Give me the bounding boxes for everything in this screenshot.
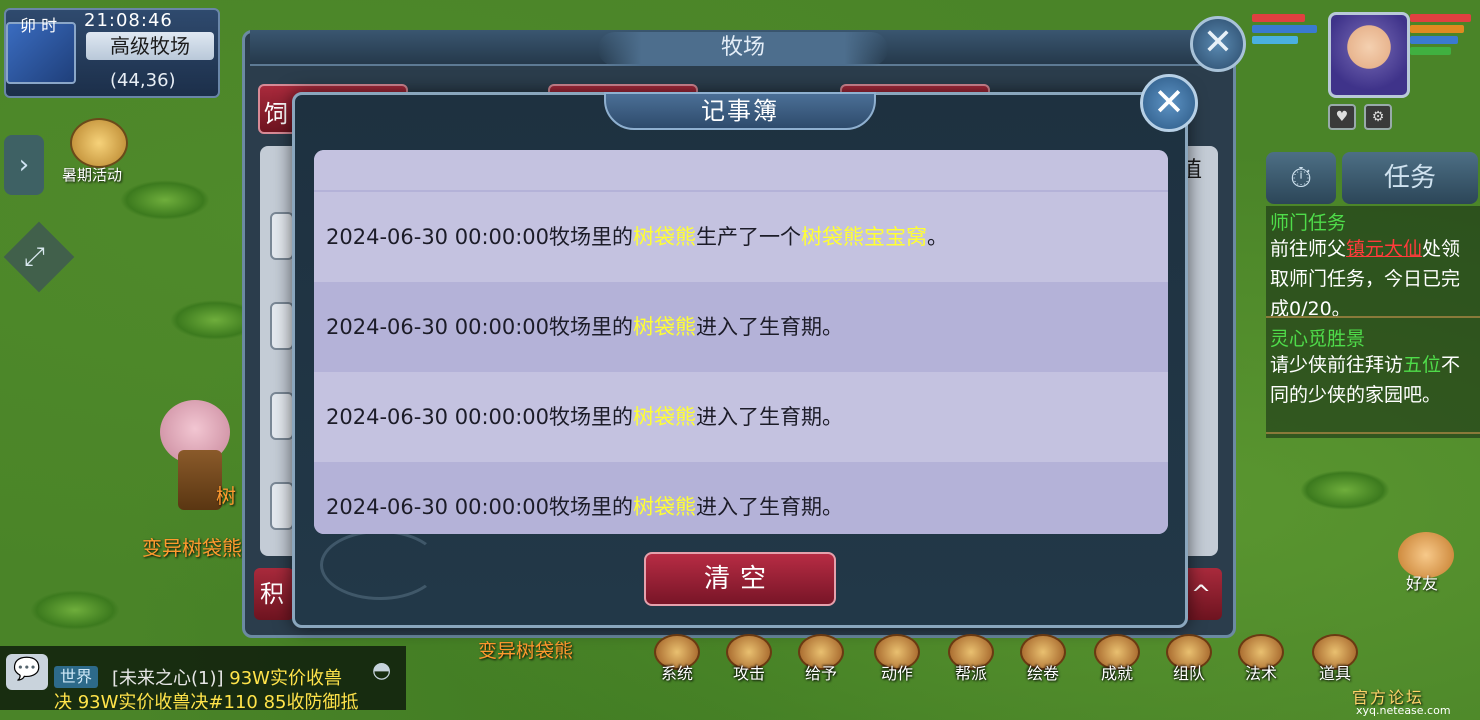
quest-description[interactable]: 前往师父镇元大仙处领取师门任务，今日已完成0/20。 <box>1270 234 1476 324</box>
chat-sender[interactable]: [未来之心(1)] <box>112 668 224 689</box>
eye-icon[interactable]: ◓ <box>372 658 391 683</box>
close-button[interactable]: ✕ <box>1140 74 1198 132</box>
pet-hp-bar <box>1410 14 1472 22</box>
chat-message: [未来之心(1)] 93W实价收兽 <box>112 664 342 690</box>
pasture-points-button[interactable]: 积 <box>254 568 294 620</box>
summer-event-label: 暑期活动 <box>62 166 123 184</box>
notebook-log-list[interactable]: 2024-06-30 00:00:00牧场里的树袋熊生产了一个树袋熊宝宝窝。 2… <box>314 150 1168 534</box>
item-name-highlight: 树袋熊宝宝窝 <box>801 225 928 249</box>
list-item[interactable] <box>270 482 294 530</box>
quest-description[interactable]: 请少侠前往拜访五位不同的少侠的家园吧。 <box>1270 350 1476 410</box>
pasture-close-button[interactable]: ✕ <box>1190 16 1246 72</box>
timer-icon[interactable]: ⏱ <box>1266 152 1336 204</box>
pet-name-highlight: 树袋熊 <box>633 225 697 249</box>
creature-name-label: 变异树袋熊 <box>142 536 242 560</box>
log-entry: 2024-06-30 00:00:00牧场里的树袋熊进入了生育期。 <box>314 282 1168 372</box>
chat-message-continued: 决 93W实价收兽决#110 85收防御抵 <box>54 692 359 710</box>
heart-icon[interactable]: ♥ <box>1328 104 1356 130</box>
log-text: 进入了生育期。 <box>696 495 844 519</box>
scroll-button[interactable]: 绘卷 <box>1014 634 1072 683</box>
pasture-feed-label: 饲 <box>264 100 288 128</box>
clear-button[interactable]: 清空 <box>644 552 836 606</box>
mp-bar <box>1252 25 1317 33</box>
log-text: 进入了生育期。 <box>696 315 844 339</box>
team-button[interactable]: 组队 <box>1160 634 1218 683</box>
quest-divider <box>1266 432 1480 434</box>
game-clock: 21:08:46 <box>84 10 173 31</box>
grass-decoration <box>1300 470 1390 510</box>
chat-channel-badge: 世界 <box>54 666 99 688</box>
hp-bar <box>1252 14 1306 22</box>
scroll-label: 绘卷 <box>1026 664 1059 683</box>
action-button[interactable]: 动作 <box>868 634 926 683</box>
spell-button[interactable]: 法术 <box>1232 634 1290 683</box>
pet-extra-bar <box>1410 47 1451 55</box>
quest-npc-link[interactable]: 镇元大仙 <box>1346 238 1422 260</box>
pet-exp-bar <box>1410 36 1458 44</box>
log-text: 2024-06-30 00:00:00牧场里的 <box>326 315 634 339</box>
player-status-bars <box>1252 14 1328 47</box>
quest-divider <box>1266 316 1480 318</box>
quest-title[interactable]: 师门任务 <box>1270 208 1346 235</box>
log-entry: 2024-06-30 00:00:00牧场里的树袋熊生产了一个树袋熊宝宝窝。 <box>314 192 1168 282</box>
chat-bubble-icon[interactable]: 💬 <box>6 654 48 690</box>
quest-highlight: 五位 <box>1403 354 1442 376</box>
guild-button[interactable]: 帮派 <box>942 634 1000 683</box>
notebook-title: 记事簿 <box>701 97 779 125</box>
log-text: 2024-06-30 00:00:00牧场里的 <box>326 405 634 429</box>
exp-bar <box>1252 36 1298 44</box>
list-item[interactable] <box>270 392 294 440</box>
pet-mp-bar <box>1410 25 1465 33</box>
creature-name-label: 变异树袋熊 <box>478 640 574 662</box>
map-name[interactable]: 高级牧场 <box>86 32 214 60</box>
log-entry: 2024-06-30 00:00:00牧场里的树袋熊进入了生育期。 <box>314 372 1168 462</box>
system-label: 系统 <box>660 664 693 683</box>
pet-name-highlight: 树袋熊 <box>633 495 697 519</box>
list-item[interactable] <box>270 212 294 260</box>
give-label: 给予 <box>804 664 837 683</box>
action-label: 动作 <box>880 664 913 683</box>
list-item[interactable] <box>270 302 294 350</box>
friends-label: 好友 <box>1406 574 1439 593</box>
time-period: 卯 时 <box>20 16 58 35</box>
creature-name-fragment: 树 <box>216 484 236 508</box>
tab-tasks[interactable]: 任务 <box>1342 152 1478 204</box>
log-entry: 2024-06-30 00:00:00牧场里的树袋熊进入了生育期。 <box>314 462 1168 534</box>
system-button[interactable]: 系统 <box>648 634 706 683</box>
quest-text: 请少侠前往拜访 <box>1270 354 1404 376</box>
cloud-ornament <box>320 530 440 600</box>
achievement-button[interactable]: 成就 <box>1088 634 1146 683</box>
log-text: 2024-06-30 00:00:00牧场里的 <box>326 495 634 519</box>
map-coordinates: (44,36) <box>110 70 176 91</box>
grass-decoration <box>120 180 210 220</box>
quest-title[interactable]: 灵心觅胜景 <box>1270 324 1365 351</box>
team-label: 组队 <box>1172 664 1205 683</box>
pet-name-highlight: 树袋熊 <box>633 315 697 339</box>
achievement-label: 成就 <box>1100 664 1133 683</box>
spell-label: 法术 <box>1244 664 1277 683</box>
grass-decoration <box>30 590 120 630</box>
attack-label: 攻击 <box>732 664 765 683</box>
buff-icon[interactable]: ⚙ <box>1364 104 1392 130</box>
guild-label: 帮派 <box>954 664 987 683</box>
log-text: 生产了一个 <box>696 225 802 249</box>
chat-text: 93W实价收兽 <box>229 668 342 689</box>
quest-text: 前往师父 <box>1270 238 1347 260</box>
pet-name-highlight: 树袋熊 <box>633 405 697 429</box>
chat-box[interactable]: 💬 世界 [未来之心(1)] 93W实价收兽 决 93W实价收兽决#110 85… <box>0 646 406 710</box>
forum-url: xyq.netease.com <box>1356 704 1451 717</box>
attack-button[interactable]: 攻击 <box>720 634 778 683</box>
log-text: 2024-06-30 00:00:00牧场里的 <box>326 225 634 249</box>
log-text: 。 <box>927 225 949 249</box>
player-avatar[interactable] <box>1328 12 1410 98</box>
summer-event-icon[interactable] <box>70 118 128 168</box>
fullscreen-icon: ⤢ <box>24 242 45 272</box>
log-list-top-strip <box>314 150 1168 190</box>
pet-status-bars <box>1410 14 1478 58</box>
expand-sidebar-button[interactable]: › <box>4 135 44 195</box>
pasture-title: 牧场 <box>598 32 888 66</box>
log-text: 进入了生育期。 <box>696 405 844 429</box>
give-button[interactable]: 给予 <box>792 634 850 683</box>
